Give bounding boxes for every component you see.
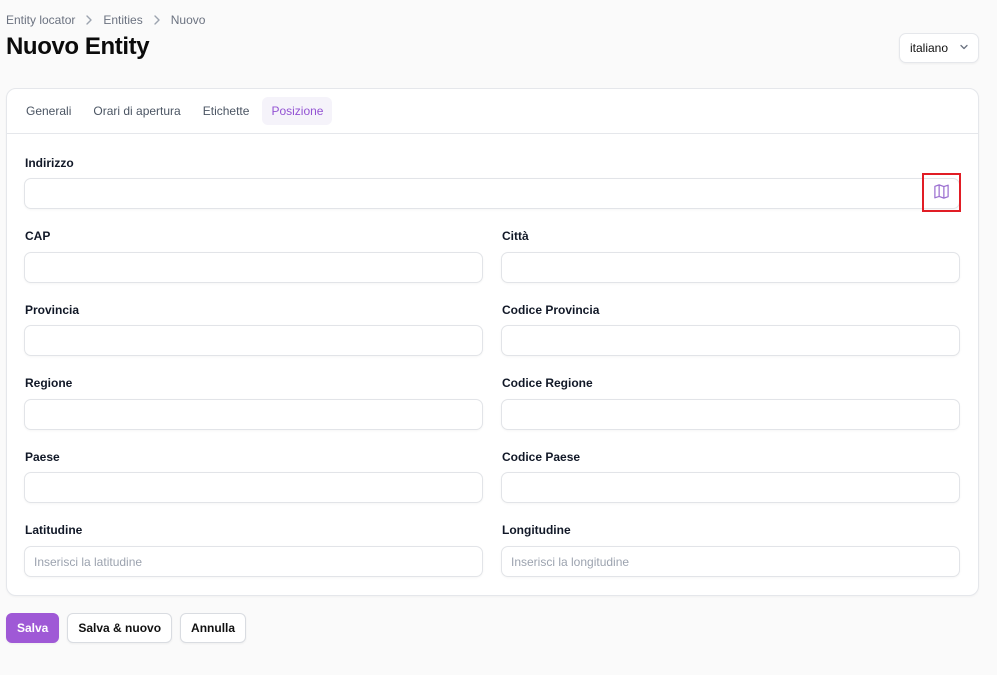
cap-input[interactable] [24, 252, 483, 283]
tab-orari-di-apertura[interactable]: Orari di apertura [84, 97, 189, 125]
page-title: Nuovo Entity [6, 33, 150, 60]
longitudine-label: Longitudine [502, 523, 571, 537]
chevron-down-icon [959, 41, 969, 55]
citta-label: Città [502, 229, 529, 243]
codice-paese-label: Codice Paese [502, 450, 581, 464]
language-select[interactable]: italiano [899, 33, 979, 63]
latitudine-input[interactable] [24, 546, 483, 577]
regione-label: Regione [25, 376, 73, 390]
provincia-input[interactable] [24, 325, 483, 356]
tab-posizione[interactable]: Posizione [262, 97, 333, 125]
breadcrumb-item-entity-locator[interactable]: Entity locator [6, 13, 75, 27]
form-actions: Salva Salva & nuovo Annulla [6, 613, 247, 643]
paese-input[interactable] [24, 472, 483, 503]
regione-input[interactable] [24, 399, 483, 430]
codice-regione-input[interactable] [501, 399, 960, 430]
codice-paese-input[interactable] [501, 472, 960, 503]
breadcrumb-item-entities[interactable]: Entities [103, 13, 142, 27]
tab-etichette[interactable]: Etichette [194, 97, 259, 125]
citta-input[interactable] [501, 252, 960, 283]
latitudine-label: Latitudine [25, 523, 83, 537]
tab-generali[interactable]: Generali [17, 97, 80, 125]
tab-bar: Generali Orari di apertura Etichette Pos… [7, 89, 978, 134]
codice-provincia-input[interactable] [501, 325, 960, 356]
indirizzo-label: Indirizzo [25, 156, 74, 170]
breadcrumb-item-current: Nuovo [170, 13, 206, 27]
cap-label: CAP [25, 229, 51, 243]
map-icon [933, 183, 950, 203]
chevron-right-icon [152, 15, 162, 25]
breadcrumb: Entity locator Entities Nuovo [6, 13, 205, 27]
provincia-label: Provincia [25, 303, 80, 317]
indirizzo-input[interactable] [24, 178, 960, 209]
language-select-value: italiano [910, 41, 949, 55]
longitudine-input[interactable] [501, 546, 960, 577]
save-button[interactable]: Salva [6, 613, 60, 643]
paese-label: Paese [25, 450, 60, 464]
cancel-button[interactable]: Annulla [180, 613, 247, 643]
map-picker-button[interactable] [922, 173, 961, 212]
codice-regione-label: Codice Regione [502, 376, 593, 390]
save-and-new-button[interactable]: Salva & nuovo [67, 613, 173, 643]
codice-provincia-label: Codice Provincia [502, 303, 600, 317]
chevron-right-icon [84, 15, 94, 25]
